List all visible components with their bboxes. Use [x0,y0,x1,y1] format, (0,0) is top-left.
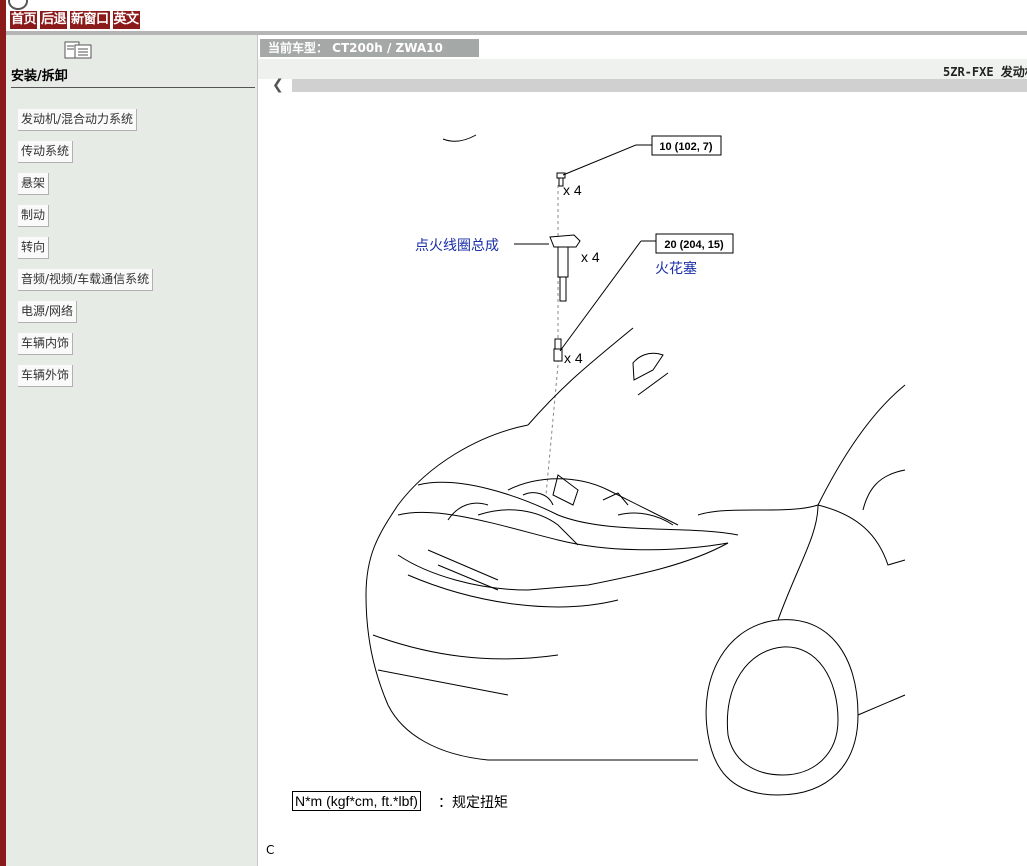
content-title: 5ZR-FXE 发动机 [943,65,1027,79]
spark-plug-label: 火花塞 [655,260,697,277]
torque-legend-text: ：规定扭矩 [438,795,508,811]
back-button[interactable]: 后退 [40,11,68,29]
sidebar-title: 安装/拆卸 [11,65,255,88]
vehicle-engine-bay-illustration [365,327,906,796]
scroll-left-icon[interactable]: ❮ [272,77,284,93]
ignition-coil-label: 点火线圈总成 [415,238,499,254]
nav-toolbar: 首页 后退 新窗口 英文 [10,11,140,30]
top-title-fragment [322,0,462,2]
current-model-bar: 当前车型： CT200h / ZWA10 [260,39,479,57]
sidebar-item-engine[interactable]: 发动机/混合动力系统 [18,109,138,131]
english-button[interactable]: 英文 [112,11,140,29]
installation-diagram: 10 (102, 7) x 4 点火线圈总成 x 4 20 (204, 15) … [365,134,906,796]
sidebar-item-exterior[interactable]: 车辆外饰 [18,365,74,387]
ignition-coil-icon [549,234,581,302]
sidebar: 安装/拆卸 发动机/混合动力系统 传动系统 悬架 制动 转向 音频/视频/车载通… [6,35,258,866]
coil-quantity: x 4 [581,249,600,265]
content-header [258,59,1027,79]
horizontal-scrollbar[interactable] [292,79,1027,92]
sidebar-item-interior[interactable]: 车辆内饰 [18,333,74,355]
new-window-button[interactable]: 新窗口 [70,11,110,29]
sidebar-item-power-network[interactable]: 电源/网络 [18,301,78,323]
sidebar-item-brake[interactable]: 制动 [18,205,50,227]
logo-icon [8,0,28,10]
sidebar-menu: 发动机/混合动力系统 传动系统 悬架 制动 转向 音频/视频/车载通信系统 电源… [18,109,154,397]
bolt-quantity: x 4 [563,182,582,198]
torque-unit-legend: N*m (kgf*cm, ft.*lbf) [292,791,421,811]
sidebar-item-steering[interactable]: 转向 [18,237,50,259]
document-icon[interactable] [62,41,94,59]
footnote-marker: C [266,843,275,857]
sidebar-item-audio-video[interactable]: 音频/视频/车载通信系统 [18,269,154,291]
spark-plug-quantity: x 4 [564,350,583,366]
home-button[interactable]: 首页 [10,11,38,29]
sidebar-item-drivetrain[interactable]: 传动系统 [18,141,74,163]
torque-label-bolt: 10 (102, 7) [659,141,713,153]
sidebar-item-suspension[interactable]: 悬架 [18,173,50,195]
torque-label-spark-plug: 20 (204, 15) [664,239,724,251]
